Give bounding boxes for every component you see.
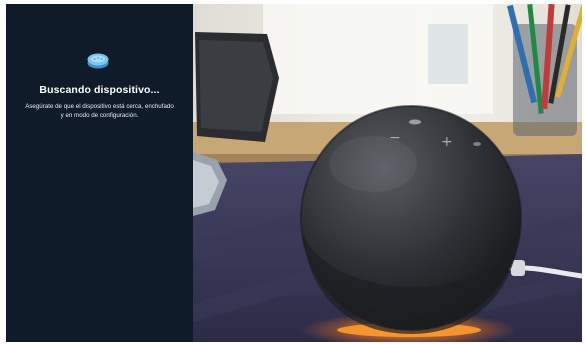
setup-instructions: Asegúrate de que el dispositivo está cer… — [10, 102, 189, 120]
smart-speaker-photo: + − — [193, 4, 582, 342]
setup-panel: Buscando dispositivo... Asegúrate de que… — [6, 4, 193, 342]
page-title: Buscando dispositivo... — [39, 84, 160, 96]
echo-device-icon — [87, 53, 109, 69]
app-frame: Buscando dispositivo... Asegúrate de que… — [6, 4, 582, 342]
instructions-line-2: y en modo de configuración. — [60, 112, 139, 119]
svg-text:+: + — [441, 134, 453, 150]
photo-illustration: + − — [193, 4, 582, 342]
instructions-line-1: Asegúrate de que el dispositivo está cer… — [25, 103, 174, 110]
